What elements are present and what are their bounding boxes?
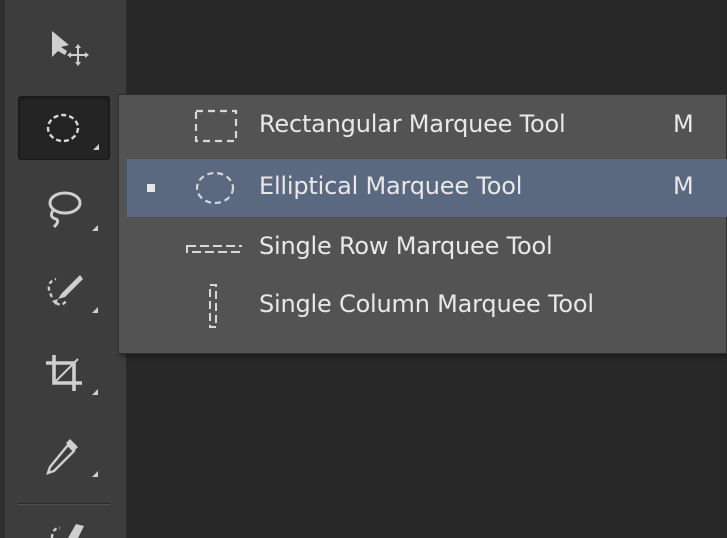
selected-bullet-icon	[147, 184, 155, 192]
menu-item-elliptical-marquee[interactable]: Elliptical Marquee Tool M	[127, 159, 727, 217]
lasso-icon	[38, 187, 88, 231]
panel-edge	[0, 0, 5, 538]
crop-tool-button[interactable]	[18, 342, 108, 404]
flyout-indicator-icon	[92, 307, 98, 313]
quick-selection-tool-button[interactable]	[18, 260, 108, 322]
single-row-marquee-icon	[182, 229, 244, 267]
menu-item-shortcut: M	[673, 110, 694, 138]
move-icon	[32, 21, 94, 69]
marquee-tools-flyout-menu: Rectangular Marquee Tool M Elliptical Ma…	[118, 94, 727, 354]
menu-item-shortcut: M	[673, 172, 694, 200]
marquee-tool-button[interactable]	[18, 96, 110, 160]
menu-item-label: Single Column Marquee Tool	[259, 290, 594, 318]
menu-item-label: Single Row Marquee Tool	[259, 232, 553, 260]
crop-icon	[38, 351, 88, 395]
menu-item-rectangular-marquee[interactable]: Rectangular Marquee Tool M	[127, 97, 727, 155]
flyout-indicator-icon	[92, 225, 98, 231]
healing-brush-icon	[38, 512, 88, 538]
single-column-marquee-icon	[182, 281, 242, 331]
move-tool-button[interactable]	[18, 14, 108, 76]
flyout-indicator-icon	[93, 144, 99, 150]
flyout-indicator-icon	[92, 389, 98, 395]
flyout-indicator-icon	[92, 471, 98, 477]
eyedropper-tool-button[interactable]	[18, 424, 108, 486]
eyedropper-icon	[38, 433, 88, 477]
quick-selection-icon	[38, 269, 88, 313]
elliptical-marquee-icon	[182, 169, 242, 207]
lasso-tool-button[interactable]	[18, 178, 108, 240]
menu-item-single-column-marquee[interactable]: Single Column Marquee Tool	[127, 277, 727, 335]
menu-item-label: Rectangular Marquee Tool	[259, 110, 566, 138]
menu-item-single-row-marquee[interactable]: Single Row Marquee Tool	[127, 219, 727, 277]
healing-brush-tool-button[interactable]	[18, 512, 108, 538]
toolbar-divider	[18, 503, 110, 505]
elliptical-marquee-icon	[39, 108, 89, 148]
rectangular-marquee-icon	[182, 107, 242, 145]
tools-panel	[0, 0, 127, 538]
menu-item-label: Elliptical Marquee Tool	[259, 172, 523, 200]
